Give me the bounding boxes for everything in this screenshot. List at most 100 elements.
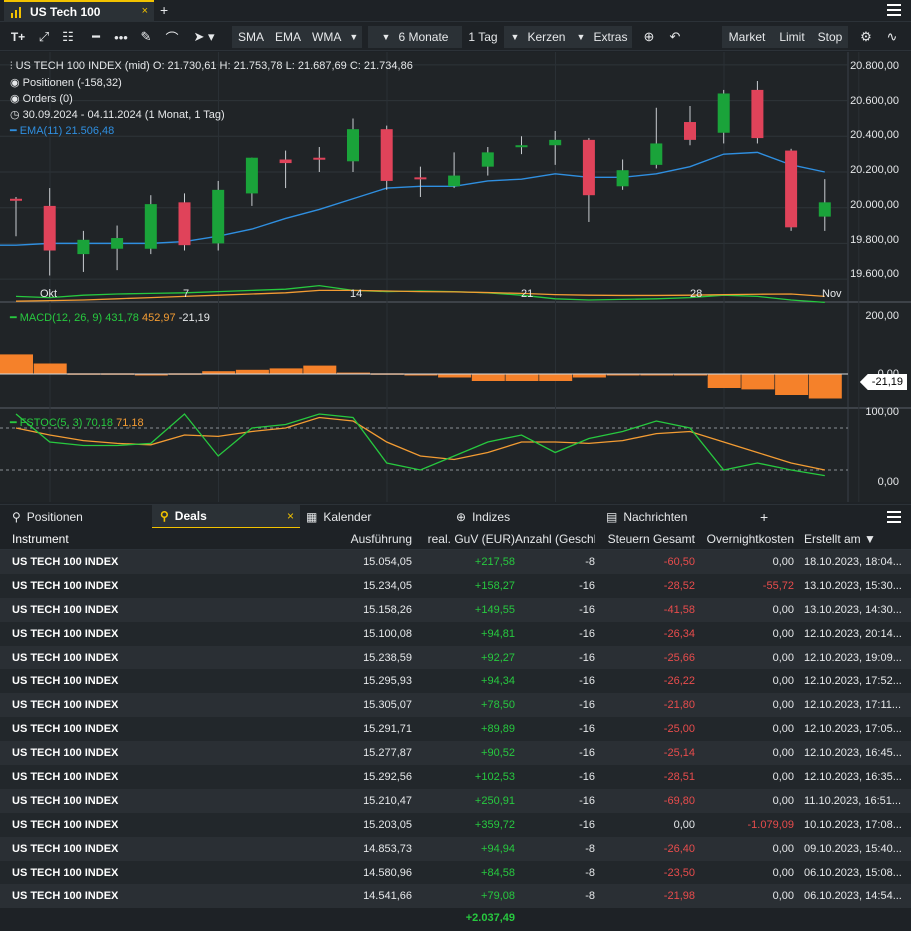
- candle-body: [616, 170, 629, 187]
- cursor-dropdown-icon[interactable]: ➤ ▾: [188, 26, 220, 48]
- cell-qty: -8: [585, 555, 595, 568]
- table-row[interactable]: US TECH 100 INDEX 15.291,71 +89,89 -16 -25,0…: [0, 717, 911, 742]
- cell-pnl: +94,81: [481, 627, 515, 640]
- cell-pnl: +158,27: [474, 579, 515, 592]
- pulse-icon[interactable]: ∿: [880, 26, 904, 48]
- table-row[interactable]: US TECH 100 INDEX 15.295,93 +94,34 -16 -26,2…: [0, 669, 911, 694]
- ema-value: 21.506,48: [65, 125, 115, 137]
- table-row[interactable]: US TECH 100 INDEX 15.305,07 +78,50 -16 -21,8…: [0, 693, 911, 718]
- table-row[interactable]: US TECH 100 INDEX 15.234,05 +158,27 -16 -28,…: [0, 573, 911, 598]
- zoom-icon[interactable]: ⊕: [638, 26, 660, 48]
- cell-created: 13.10.2023, 14:30...: [804, 603, 902, 616]
- macd-bar: [33, 363, 67, 374]
- col-execution[interactable]: Ausführung: [300, 532, 412, 546]
- text-tool-button[interactable]: T+: [6, 26, 30, 48]
- wma-button[interactable]: WMA ▼: [306, 26, 362, 48]
- dotted-line-icon[interactable]: •••: [110, 26, 132, 48]
- table-row[interactable]: US TECH 100 INDEX 15.292,56 +102,53 -16 -28,…: [0, 765, 911, 789]
- table-row[interactable]: US TECH 100 INDEX 15.054,05 +217,58 -8 -60,5…: [0, 550, 911, 574]
- ohlc-icon: ⫶: [10, 61, 13, 72]
- table-row[interactable]: US TECH 100 INDEX 14.853,73 +94,94 -8 -26,40…: [0, 836, 911, 861]
- cell-pnl: +149,55: [474, 603, 515, 616]
- table-row[interactable]: US TECH 100 INDEX 15.277,87 +90,52 -16 -25,1…: [0, 741, 911, 766]
- tab-calendar[interactable]: ▦ Kalender: [306, 505, 446, 529]
- col-created[interactable]: Erstellt am ▼: [794, 532, 911, 546]
- chevron-down-icon: ▼: [349, 32, 359, 42]
- candle-body: [751, 89, 764, 139]
- stoch-legend[interactable]: ━ FSTOC(5, 3) 70,18 71,18: [10, 416, 144, 429]
- table-row[interactable]: US TECH 100 INDEX 14.580,96 +84,58 -8 -23,50…: [0, 860, 911, 885]
- col-overnight[interactable]: Overnightkosten: [695, 532, 794, 546]
- ema-legend[interactable]: ━ EMA(11) 21.506,48: [10, 124, 114, 137]
- cell-qty: -16: [579, 579, 595, 592]
- macd-value-marker: -21,19: [859, 374, 907, 390]
- candle-body: [178, 202, 191, 246]
- tab-indices[interactable]: ⊕ Indizes: [456, 505, 596, 529]
- ema-button[interactable]: EMA: [270, 26, 306, 48]
- table-row[interactable]: US TECH 100 INDEX 14.541,66 +79,08 -8 -21,98…: [0, 884, 911, 909]
- limit-order-button[interactable]: Limit: [772, 26, 812, 48]
- sma-button[interactable]: SMA: [232, 26, 270, 48]
- panel-menu-icon[interactable]: [887, 511, 901, 526]
- tab-news-label: Nachrichten: [623, 510, 688, 524]
- col-instrument[interactable]: Instrument: [0, 532, 300, 546]
- stoch-name: FSTOC(5, 3): [19, 417, 83, 429]
- tab-positions[interactable]: ⚲ Positionen: [8, 505, 148, 529]
- cell-execution: 15.295,93: [363, 675, 412, 688]
- tab-deals[interactable]: ⚲ Deals ×: [152, 505, 300, 529]
- add-tab-button[interactable]: +: [160, 2, 168, 18]
- cell-execution: 15.203,05: [363, 818, 412, 831]
- positions-legend[interactable]: ◉ Positionen (-158,32): [10, 76, 122, 89]
- col-tax[interactable]: Steuern Gesamt: [595, 532, 695, 546]
- candle-body: [818, 202, 831, 217]
- cell-qty: -16: [579, 651, 595, 664]
- line-tool-icon[interactable]: ⤢: [34, 26, 54, 48]
- orders-legend[interactable]: ◉ Orders (0): [10, 92, 73, 105]
- add-tab-button[interactable]: +: [760, 505, 768, 529]
- macd-bar: [741, 374, 775, 390]
- settings-icon[interactable]: ⚙: [854, 26, 878, 48]
- cell-tax: -28,51: [663, 770, 695, 783]
- macd-swatch-icon: ━: [10, 312, 17, 324]
- table-row[interactable]: US TECH 100 INDEX 15.158,26 +149,55 -16 -41,…: [0, 597, 911, 622]
- fibonacci-tool-icon[interactable]: ☷: [58, 26, 78, 48]
- cell-created: 06.10.2023, 15:08...: [804, 866, 902, 879]
- extras-dropdown[interactable]: ▼ Extras: [572, 26, 632, 48]
- pen-tool-icon[interactable]: ✎: [136, 26, 156, 48]
- curve-tool-icon[interactable]: ⌒: [162, 26, 182, 48]
- macd-name: MACD(12, 26, 9): [19, 312, 103, 324]
- menu-icon[interactable]: [887, 4, 901, 19]
- table-row[interactable]: US TECH 100 INDEX 15.210,47 +250,91 -16 -69,…: [0, 788, 911, 813]
- macd-bar: [572, 374, 606, 378]
- market-order-button[interactable]: Market: [722, 26, 772, 48]
- total-pnl: +2.037,49: [465, 912, 515, 925]
- chart-area[interactable]: ⫶ US TECH 100 INDEX (mid) O: 21.730,61 H…: [0, 52, 911, 502]
- table-row[interactable]: US TECH 100 INDEX 15.238,59 +92,27 -16 -25,6…: [0, 645, 911, 670]
- macd-legend[interactable]: ━ MACD(12, 26, 9) 431,78 452,97 -21,19: [10, 311, 210, 324]
- close-tab-icon[interactable]: ×: [287, 509, 294, 523]
- cell-pnl: +217,58: [474, 555, 515, 568]
- period-dropdown[interactable]: ▼ 6 Monate: [368, 26, 462, 48]
- col-qty[interactable]: Anzahl (Geschl: [515, 532, 595, 546]
- cell-overnight: 0,00: [772, 842, 794, 855]
- horizontal-line-icon[interactable]: ━: [86, 26, 106, 48]
- cell-tax: -21,80: [663, 699, 695, 712]
- stoch-value-1: 70,18: [85, 417, 114, 429]
- stoch-swatch-icon: ━: [10, 417, 17, 429]
- table-row[interactable]: US TECH 100 INDEX 15.100,08 +94,81 -16 -26,3…: [0, 621, 911, 646]
- table-row[interactable]: US TECH 100 INDEX 15.203,05 +359,72 -16 0,00…: [0, 812, 911, 837]
- cell-tax: -28,52: [663, 579, 695, 592]
- cell-created: 12.10.2023, 17:05...: [804, 723, 902, 736]
- interval-dropdown[interactable]: 1 Tag: [462, 26, 504, 48]
- wma-label: WMA: [312, 30, 342, 44]
- close-tab-icon[interactable]: ×: [142, 5, 148, 17]
- cell-pnl: +250,91: [474, 794, 515, 807]
- cell-created: 12.10.2023, 20:14...: [804, 627, 902, 640]
- tab-us-tech-100[interactable]: US Tech 100 ×: [4, 0, 154, 22]
- chart-type-dropdown[interactable]: ▼ Kerzen: [504, 26, 572, 48]
- cell-qty: -16: [579, 723, 595, 736]
- tab-news[interactable]: ▤ Nachrichten: [606, 505, 746, 529]
- undo-icon[interactable]: ↶: [664, 26, 686, 48]
- col-pnl[interactable]: real. GuV (EUR): [412, 532, 515, 546]
- stop-order-button[interactable]: Stop: [812, 26, 848, 48]
